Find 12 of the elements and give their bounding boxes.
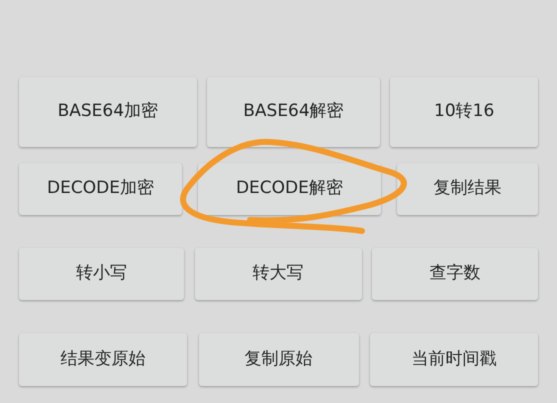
action-button[interactable]: 复制结果 bbox=[396, 163, 538, 215]
action-button[interactable]: 复制原始 bbox=[198, 333, 358, 386]
action-button[interactable]: 10转16 bbox=[390, 77, 538, 147]
action-button[interactable]: 结果变原始 bbox=[19, 333, 187, 386]
action-button[interactable]: DECODE加密 bbox=[19, 163, 182, 215]
action-button[interactable]: 转大写 bbox=[194, 248, 362, 300]
action-button[interactable]: 当前时间戳 bbox=[370, 333, 538, 386]
action-button[interactable]: 转小写 bbox=[19, 248, 184, 300]
action-button[interactable]: BASE64解密 bbox=[206, 77, 380, 147]
action-button[interactable]: BASE64加密 bbox=[19, 77, 197, 147]
action-button[interactable]: 查字数 bbox=[372, 248, 538, 300]
action-button[interactable]: DECODE解密 bbox=[198, 163, 381, 215]
